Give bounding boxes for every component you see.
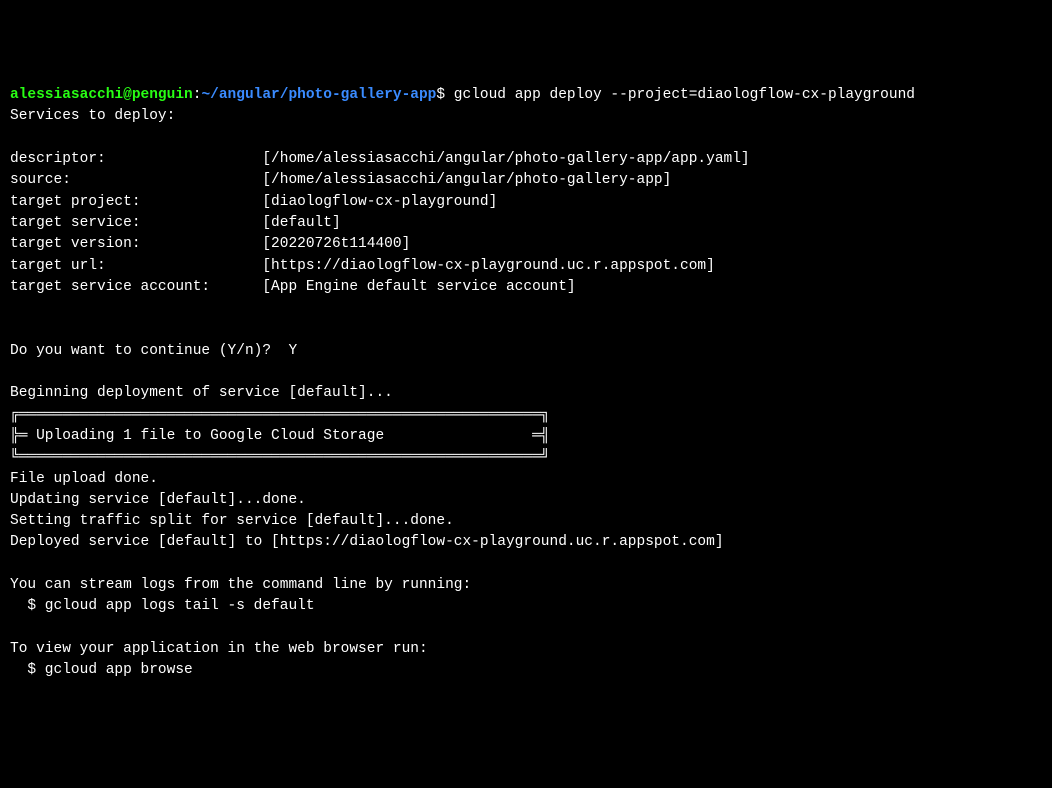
source-label: source: — [10, 172, 262, 188]
begin-deploy: Beginning deployment of service [default… — [10, 385, 393, 401]
logs-cmd: $ gcloud app logs tail -s default — [10, 598, 315, 614]
command[interactable]: gcloud app deploy --project=diaologflow-… — [454, 87, 915, 103]
confirm-answer[interactable]: Y — [288, 343, 297, 359]
target-version-row: target version: [20220726t114400] — [10, 236, 410, 252]
upload-done: File upload done. — [10, 471, 158, 487]
target-project-value: [diaologflow-cx-playground] — [262, 194, 497, 210]
view-cmd: $ gcloud app browse — [10, 662, 193, 678]
target-version-value: [20220726t114400] — [262, 236, 410, 252]
user-host: alessiasacchi@penguin — [10, 87, 193, 103]
deployed: Deployed service [default] to [https://d… — [10, 534, 724, 550]
confirm-row: Do you want to continue (Y/n)? Y — [10, 343, 297, 359]
cwd: ~/angular/photo-gallery-app — [201, 87, 436, 103]
target-sa-value: [App Engine default service account] — [262, 279, 575, 295]
services-header: Services to deploy: — [10, 108, 175, 124]
descriptor-label: descriptor: — [10, 151, 262, 167]
box-top: ╔═══════════════════════════════════════… — [10, 407, 550, 423]
target-service-value: [default] — [262, 215, 340, 231]
target-url-value: [https://diaologflow-cx-playground.uc.r.… — [262, 258, 714, 274]
target-sa-label: target service account: — [10, 279, 262, 295]
box-bot: ╚═══════════════════════════════════════… — [10, 449, 550, 465]
target-project-row: target project: [diaologflow-cx-playgrou… — [10, 194, 497, 210]
descriptor-value: [/home/alessiasacchi/angular/photo-galle… — [262, 151, 749, 167]
view-hint: To view your application in the web brow… — [10, 641, 428, 657]
dollar: $ — [436, 87, 453, 103]
target-url-label: target url: — [10, 258, 262, 274]
target-url-row: target url: [https://diaologflow-cx-play… — [10, 258, 715, 274]
confirm-prompt: Do you want to continue (Y/n)? — [10, 343, 288, 359]
target-version-label: target version: — [10, 236, 262, 252]
source-value: [/home/alessiasacchi/angular/photo-galle… — [262, 172, 671, 188]
updating: Updating service [default]...done. — [10, 492, 306, 508]
box-mid: ╠═ Uploading 1 file to Google Cloud Stor… — [10, 428, 550, 444]
target-project-label: target project: — [10, 194, 262, 210]
source-row: source: [/home/alessiasacchi/angular/pho… — [10, 172, 671, 188]
prompt-line: alessiasacchi@penguin:~/angular/photo-ga… — [10, 87, 915, 103]
target-sa-row: target service account: [App Engine defa… — [10, 279, 576, 295]
descriptor-row: descriptor: [/home/alessiasacchi/angular… — [10, 151, 750, 167]
logs-hint: You can stream logs from the command lin… — [10, 577, 471, 593]
terminal-output[interactable]: alessiasacchi@penguin:~/angular/photo-ga… — [10, 85, 1042, 681]
target-service-row: target service: [default] — [10, 215, 341, 231]
target-service-label: target service: — [10, 215, 262, 231]
traffic: Setting traffic split for service [defau… — [10, 513, 454, 529]
